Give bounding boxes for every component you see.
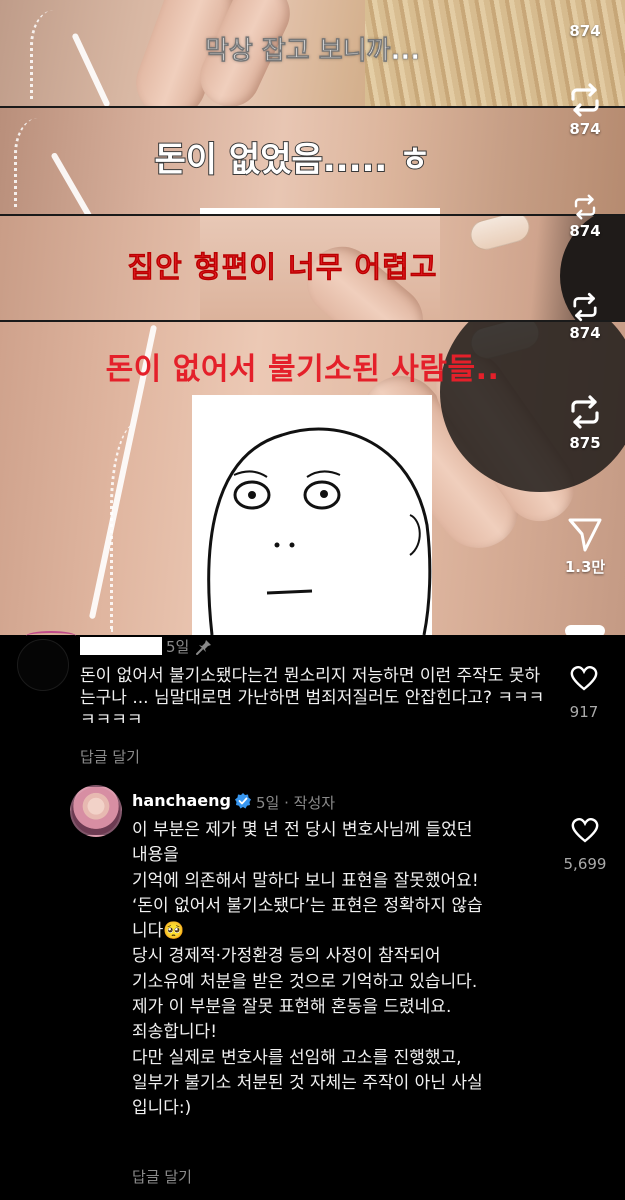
like-button[interactable]: 5,699 — [555, 817, 615, 873]
more-action[interactable] — [545, 625, 625, 635]
heart-icon — [571, 818, 599, 843]
pin-icon — [196, 640, 211, 655]
caption-4: 돈이 없어서 불기소된 사람들.. — [105, 352, 500, 387]
like-button[interactable]: 917 — [562, 665, 606, 721]
repost-count-3: 874 — [569, 222, 601, 240]
meme-drawing-image — [192, 395, 432, 635]
comment-line: 내용을 — [132, 845, 179, 866]
video-player[interactable]: 막상 잡고 보니까... 돈이 없었음..... ㅎ 집안 형편이 너무 어렵고… — [0, 0, 625, 635]
username[interactable]: hanchaeng — [132, 791, 231, 810]
comment-line: 입니다:) — [132, 1098, 192, 1119]
repost-action-5[interactable]: 875 — [545, 390, 625, 452]
comment-text: 돈이 없어서 불기소됐다는건 뭔소리지 저능하면 이런 주작도 못하는구나 ..… — [80, 666, 545, 730]
repost-count-2: 874 — [569, 120, 601, 138]
verified-badge-icon — [235, 793, 251, 809]
like-count: 5,699 — [563, 855, 607, 873]
repost-icon — [574, 194, 596, 220]
like-count: 917 — [569, 703, 599, 721]
comment-text: 이 부분은 제가 몇 년 전 당시 변호사님께 들었던 내용을 기억에 의존해서… — [132, 818, 552, 1122]
redacted-username — [80, 637, 162, 655]
repost-icon — [573, 292, 597, 322]
repost-icon — [571, 83, 599, 117]
comment-line: 기억에 의존해서 말하다 보니 표현을 잘못했어요! — [132, 870, 479, 891]
heart-icon — [570, 666, 598, 691]
comment-line: 다만 실제로 변호사를 선임해 고소를 진행했고, — [132, 1047, 462, 1068]
repost-count-1: 874 — [569, 22, 601, 40]
repost-count-5: 875 — [569, 434, 601, 452]
comment-line: 죄송합니다! — [132, 1022, 218, 1043]
comment-line: 니다🥺 — [132, 921, 185, 942]
send-icon — [568, 518, 602, 552]
comment-time: 5일 — [166, 638, 190, 656]
repost-action-4[interactable]: 874 — [545, 290, 625, 342]
repost-action-3[interactable]: 874 — [545, 192, 625, 240]
comment-line: ‘돈이 없어서 불기소됐다’는 표현은 정확하지 않습 — [132, 895, 483, 916]
repost-count-4: 874 — [569, 324, 601, 342]
comment-line: 기소유예 처분을 받은 것으로 기억하고 있습니다. — [132, 971, 478, 992]
action-column: 874 874 874 874 875 1.3만 — [545, 0, 625, 635]
caption-3: 집안 형편이 너무 어렵고 — [127, 250, 438, 285]
comment-line: 당시 경제적·가정환경 등의 사정이 참작되어 — [132, 946, 441, 967]
comment-line: 일부가 불기소 처분된 것 자체는 주작이 아닌 사실 — [132, 1072, 483, 1093]
share-count: 1.3만 — [564, 558, 606, 576]
avatar[interactable] — [17, 639, 69, 691]
caption-1: 막상 잡고 보니까... — [204, 36, 421, 67]
author-avatar[interactable] — [70, 785, 122, 837]
reply-button[interactable]: 답글 달기 — [80, 746, 140, 767]
repost-icon — [571, 395, 599, 429]
comments-section: 5일 돈이 없어서 불기소됐다는건 뭔소리지 저능하면 이런 주작도 못하는구나… — [0, 631, 625, 1200]
comment-meta: 5일 · 작성자 — [256, 794, 336, 812]
caption-2: 돈이 없었음..... ㅎ — [154, 139, 432, 181]
comment-line: 이 부분은 제가 몇 년 전 당시 변호사님께 들었던 — [132, 820, 473, 840]
repost-action-2[interactable]: 874 — [545, 80, 625, 138]
repost-action-1[interactable]: 874 — [545, 0, 625, 40]
share-action[interactable]: 1.3만 — [545, 512, 625, 577]
comment-line: 제가 이 부분을 잘못 표현해 혼동을 드렸네요. — [132, 997, 452, 1018]
reply-button[interactable]: 답글 달기 — [132, 1166, 192, 1187]
